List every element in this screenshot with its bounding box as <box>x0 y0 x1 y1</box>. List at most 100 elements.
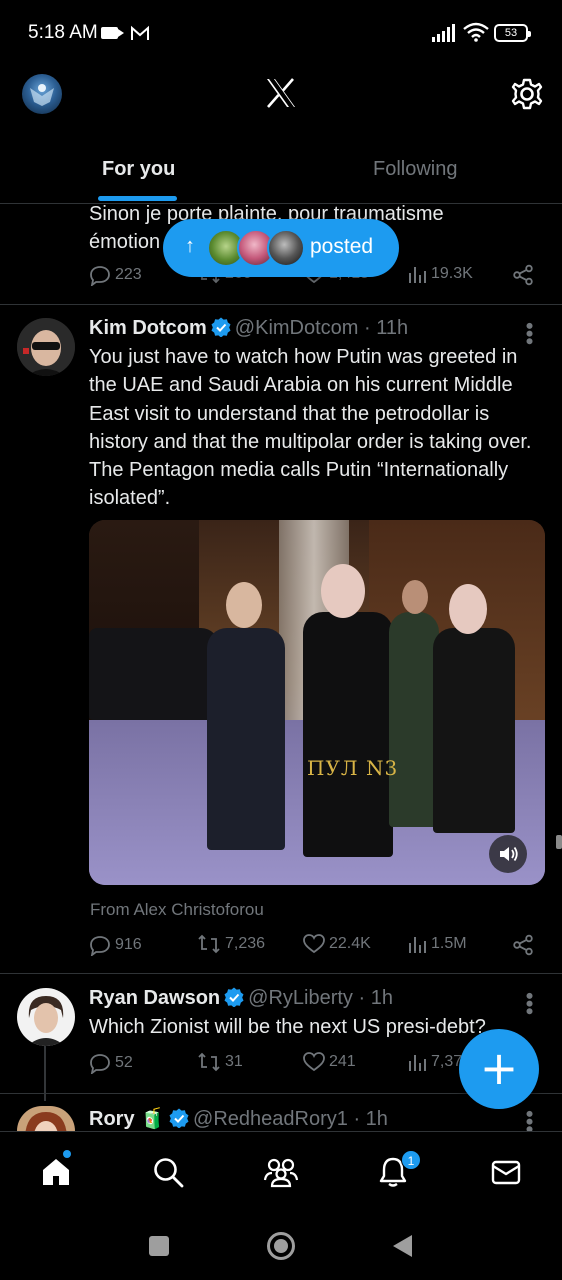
communities-icon[interactable] <box>263 1156 299 1188</box>
views-button[interactable]: 7,37 <box>407 1052 462 1072</box>
video-watermark: ПУЛ N3 <box>307 756 399 780</box>
gear-icon[interactable] <box>510 77 544 111</box>
status-time: 5:18 AM <box>28 22 98 43</box>
system-home-button[interactable] <box>267 1232 295 1260</box>
tweet-time: 11h <box>376 317 409 339</box>
like-icon <box>303 1052 325 1072</box>
separator-dot: · <box>347 1108 366 1130</box>
views-icon <box>409 937 426 953</box>
views-icon <box>409 267 426 283</box>
video-figure <box>433 628 515 833</box>
tweet-actions: 916 7,236 22.4K 1.5M <box>89 934 535 962</box>
timeline-tabs: For you Following <box>0 140 562 204</box>
views-count: 1.5M <box>431 935 467 952</box>
reply-button[interactable]: 223 <box>89 264 142 286</box>
reply-button[interactable]: 52 <box>89 1052 133 1074</box>
new-posts-pill[interactable]: ↑ posted <box>163 219 399 277</box>
gmail-icon <box>131 25 149 40</box>
reply-count: 52 <box>115 1054 133 1071</box>
reply-count: 916 <box>115 936 142 953</box>
author-handle[interactable]: @RyLiberty <box>248 987 353 1009</box>
posted-label: posted <box>310 235 374 258</box>
video-figure-head <box>321 564 365 618</box>
bottom-nav <box>0 1131 562 1213</box>
mail-icon[interactable] <box>490 1156 522 1188</box>
retweet-count: 7,236 <box>225 935 266 952</box>
tweet-video[interactable]: ПУЛ N3 <box>89 520 545 885</box>
sound-icon <box>500 846 518 862</box>
avatar[interactable] <box>17 988 75 1046</box>
verified-icon <box>169 1108 189 1128</box>
compose-button[interactable]: + <box>459 1029 539 1109</box>
author-name[interactable]: Ryan Dawson <box>89 987 220 1009</box>
video-figure-head <box>226 582 262 628</box>
author-handle[interactable]: @RedheadRory1 <box>193 1108 348 1130</box>
tab-for-you[interactable]: For you <box>102 158 175 181</box>
share-icon <box>513 934 533 956</box>
retweet-icon <box>198 934 220 954</box>
tweet-header: Rory 🧃 @RedheadRory1 · 1h <box>89 1106 388 1131</box>
home-icon[interactable] <box>40 1156 72 1188</box>
avatar-emblem <box>30 84 54 106</box>
reply-button[interactable]: 916 <box>89 934 142 956</box>
x-logo-icon[interactable] <box>265 78 297 108</box>
video-figure <box>389 612 439 827</box>
sound-toggle[interactable] <box>489 835 527 873</box>
like-button[interactable]: 22.4K <box>303 934 371 954</box>
retweet-icon <box>198 1052 220 1072</box>
like-count: 241 <box>329 1053 356 1070</box>
author-name[interactable]: Rory <box>89 1108 135 1130</box>
pill-avatar-3 <box>267 229 305 267</box>
views-button[interactable]: 1.5M <box>407 934 467 954</box>
author-name[interactable]: Kim Dotcom <box>89 317 207 339</box>
video-figure-head <box>449 584 487 634</box>
separator-dot: · <box>358 317 377 339</box>
views-count: 7,37 <box>431 1053 463 1070</box>
tweet-text[interactable]: You just have to watch how Putin was gre… <box>89 343 539 513</box>
recents-button[interactable] <box>149 1236 169 1256</box>
video-scene-car <box>89 628 219 720</box>
share-button[interactable] <box>512 264 534 286</box>
like-icon <box>303 934 325 954</box>
tweet-header: Ryan Dawson @RyLiberty · 1h <box>89 987 393 1010</box>
video-figure-head <box>402 580 428 614</box>
retweet-button[interactable]: 31 <box>197 1052 243 1072</box>
avatar-image <box>17 988 75 1046</box>
video-attribution[interactable]: From Alex Christoforou <box>90 900 264 920</box>
name-emoji: 🧃 <box>140 1108 166 1130</box>
avatar[interactable] <box>17 1106 75 1131</box>
arrow-up-icon: ↑ <box>185 235 195 257</box>
author-handle[interactable]: @KimDotcom <box>235 317 359 339</box>
more-icon[interactable]: ••• <box>517 322 542 345</box>
plus-icon: + <box>479 1041 519 1095</box>
like-button[interactable]: 241 <box>303 1052 356 1072</box>
profile-avatar[interactable] <box>22 74 62 114</box>
tweet-divider <box>0 304 562 305</box>
tab-following[interactable]: Following <box>373 158 457 181</box>
retweet-button[interactable]: 7,236 <box>197 934 265 954</box>
views-button[interactable]: 19.3K <box>407 264 473 284</box>
wifi-icon <box>463 22 489 42</box>
reply-icon <box>90 266 110 286</box>
avatar-image <box>17 318 75 376</box>
scrollbar-handle[interactable] <box>556 835 562 849</box>
share-button[interactable] <box>512 934 534 956</box>
avatar[interactable] <box>17 318 75 376</box>
signal-icon <box>432 24 455 42</box>
tweet-time: 1h <box>370 987 393 1009</box>
battery-icon: 53 <box>494 24 531 42</box>
status-bar: 5:18 AM 53 <box>0 0 562 64</box>
reply-icon <box>90 936 110 956</box>
notification-badge: 1 <box>401 1150 421 1170</box>
more-icon[interactable]: ••• <box>517 1110 542 1133</box>
views-icon <box>409 1055 426 1071</box>
search-icon[interactable] <box>152 1156 184 1188</box>
views-count: 19.3K <box>431 265 473 282</box>
reply-icon <box>90 1054 110 1074</box>
more-icon[interactable]: ••• <box>517 992 542 1015</box>
back-button[interactable] <box>393 1235 412 1257</box>
system-nav-bar <box>0 1213 562 1280</box>
reply-count: 223 <box>115 266 142 283</box>
video-figure <box>303 612 393 857</box>
video-figure <box>207 628 285 850</box>
